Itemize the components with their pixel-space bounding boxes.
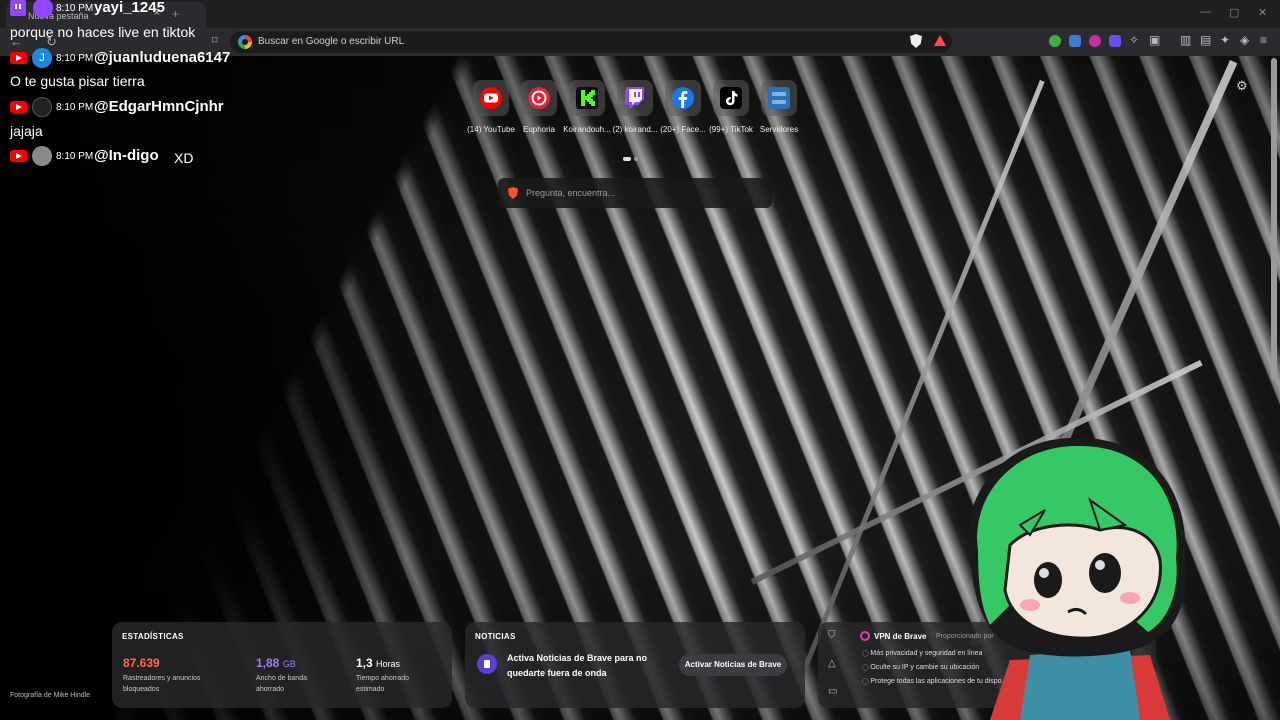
pager-dot[interactable] [634,157,638,161]
address-placeholder: Buscar en Google o escribir URL [258,36,405,47]
chat-time: 8:10 PM [56,102,94,113]
shortcut-tile [521,80,557,116]
shortcut-kick[interactable]: Koirandouh... [563,80,611,134]
wallet-icon[interactable]: ▤ [1200,33,1211,47]
brave-rewards-icon[interactable] [934,35,946,46]
chat-username: @EdgarHmnCjnhr [94,98,224,115]
scrollbar[interactable] [1271,58,1277,380]
shortcut-tile [473,80,509,116]
news-text: Activa Noticias de Brave para no quedart… [507,653,648,678]
extensions-puzzle-icon[interactable]: ✧ [1129,33,1139,47]
youtube-icon [10,52,27,64]
vpn-title: VPN de Brave [874,632,927,641]
time-value: 1,3 Horas [356,656,401,670]
chat-message: jajaja [10,123,43,139]
photo-credit: Fotografía de Mike Hindle [10,692,91,699]
bandwidth-value: 1,88 GB [256,656,296,670]
maximize-icon[interactable]: ▢ [1229,6,1239,19]
chat-message: porque no haces live en tiktok [10,24,196,40]
shortcut-tiktok[interactable]: (99+) TikTok [709,80,753,134]
shortcut-tile [713,80,749,116]
extension-icon[interactable] [1089,35,1101,47]
chat-time: 8:10 PM [56,3,94,14]
youtube-icon [480,87,502,109]
bandwidth-desc: Ancho de banda ahorrado [256,675,307,693]
chat-username: yayi_1245 [94,0,165,16]
shortcut-tile [761,80,797,116]
avatar [32,97,52,117]
stats-card: ESTADÍSTICAS 87.639 Rastreadores y anunc… [112,622,452,708]
minimize-icon[interactable]: — [1200,6,1211,18]
shortcut-youtube[interactable]: (14) YouTube [467,80,515,134]
brave-lion-icon [508,187,518,199]
avatar [32,146,52,166]
vpn-icon[interactable]: ◈ [1240,33,1249,47]
youtube-icon [10,150,27,162]
twitch-icon [625,87,644,108]
avatar: J [32,48,52,68]
stats-title: ESTADÍSTICAS [122,632,184,641]
euphoria-icon [528,87,550,109]
facebook-icon [672,87,694,109]
shortcut-euphoria[interactable]: Euphoria [519,80,559,134]
ask-placeholder: Pregunta, encuentra... [526,188,616,198]
chat-time: 8:10 PM [56,53,94,64]
menu-icon[interactable]: ≡ [1260,33,1267,47]
trackers-value: 87.639 [123,656,160,670]
shortcut-pager[interactable] [623,148,641,166]
twitch-icon [10,0,26,16]
extension-icon[interactable] [1049,35,1061,47]
bookmark-icon[interactable]: ⌑ [212,34,218,47]
shortcut-twitch[interactable]: (2) koirand... [613,80,657,134]
chat-time: 8:10 PM [56,151,94,162]
kick-icon [576,87,598,109]
vpn-logo-icon [860,631,870,641]
google-icon [238,35,252,49]
chat-username: @juanluduena6147 [94,49,231,66]
news-title: NOTICIAS [475,632,516,641]
card-icon[interactable]: ▭ [828,686,837,697]
pager-dot[interactable] [623,157,631,161]
chat-username: @In-digo [94,147,159,164]
enable-news-button[interactable]: Activar Noticias de Brave [679,654,787,676]
leo-ai-icon[interactable]: ✦ [1220,33,1230,47]
ask-brave-input[interactable]: Pregunta, encuentra... [498,178,772,208]
extension-icon[interactable] [1109,35,1121,47]
youtube-icon [10,101,27,113]
new-tab-icon[interactable]: + [172,7,179,21]
chat-message: O te gusta pisar tierra [10,73,145,89]
warning-icon[interactable]: △ [828,658,836,669]
close-window-icon[interactable]: ✕ [1258,6,1267,19]
news-icon [477,654,497,674]
mascot-character [968,437,1186,720]
time-desc: Tiempo ahorrado estimado [356,675,410,693]
servers-icon [768,87,790,109]
tiktok-icon [720,87,742,109]
shortcut-servidores[interactable]: Servidores [759,80,799,134]
gear-icon[interactable]: ⚙ [1236,78,1248,94]
shortcut-facebook[interactable]: (20+) Face... [660,80,706,134]
news-card: NOTICIAS Activa Noticias de Brave para n… [465,622,805,708]
sidebar-toggle-icon[interactable]: ▥ [1180,33,1191,47]
shortcut-tile [665,80,701,116]
screenshot-icon[interactable]: ▣ [1149,33,1160,47]
shortcut-tile [569,80,605,116]
shortcut-tile [617,80,653,116]
vpn-shield-icon[interactable]: ⛉ [828,630,836,641]
shortcut-label: Servidores [759,125,799,134]
chat-message: XD [174,150,194,166]
extension-icon[interactable] [1069,35,1081,47]
trackers-desc: Rastreadores y anuncios bloqueados [123,675,201,693]
address-bar[interactable]: Buscar en Google o escribir URL [230,31,952,53]
